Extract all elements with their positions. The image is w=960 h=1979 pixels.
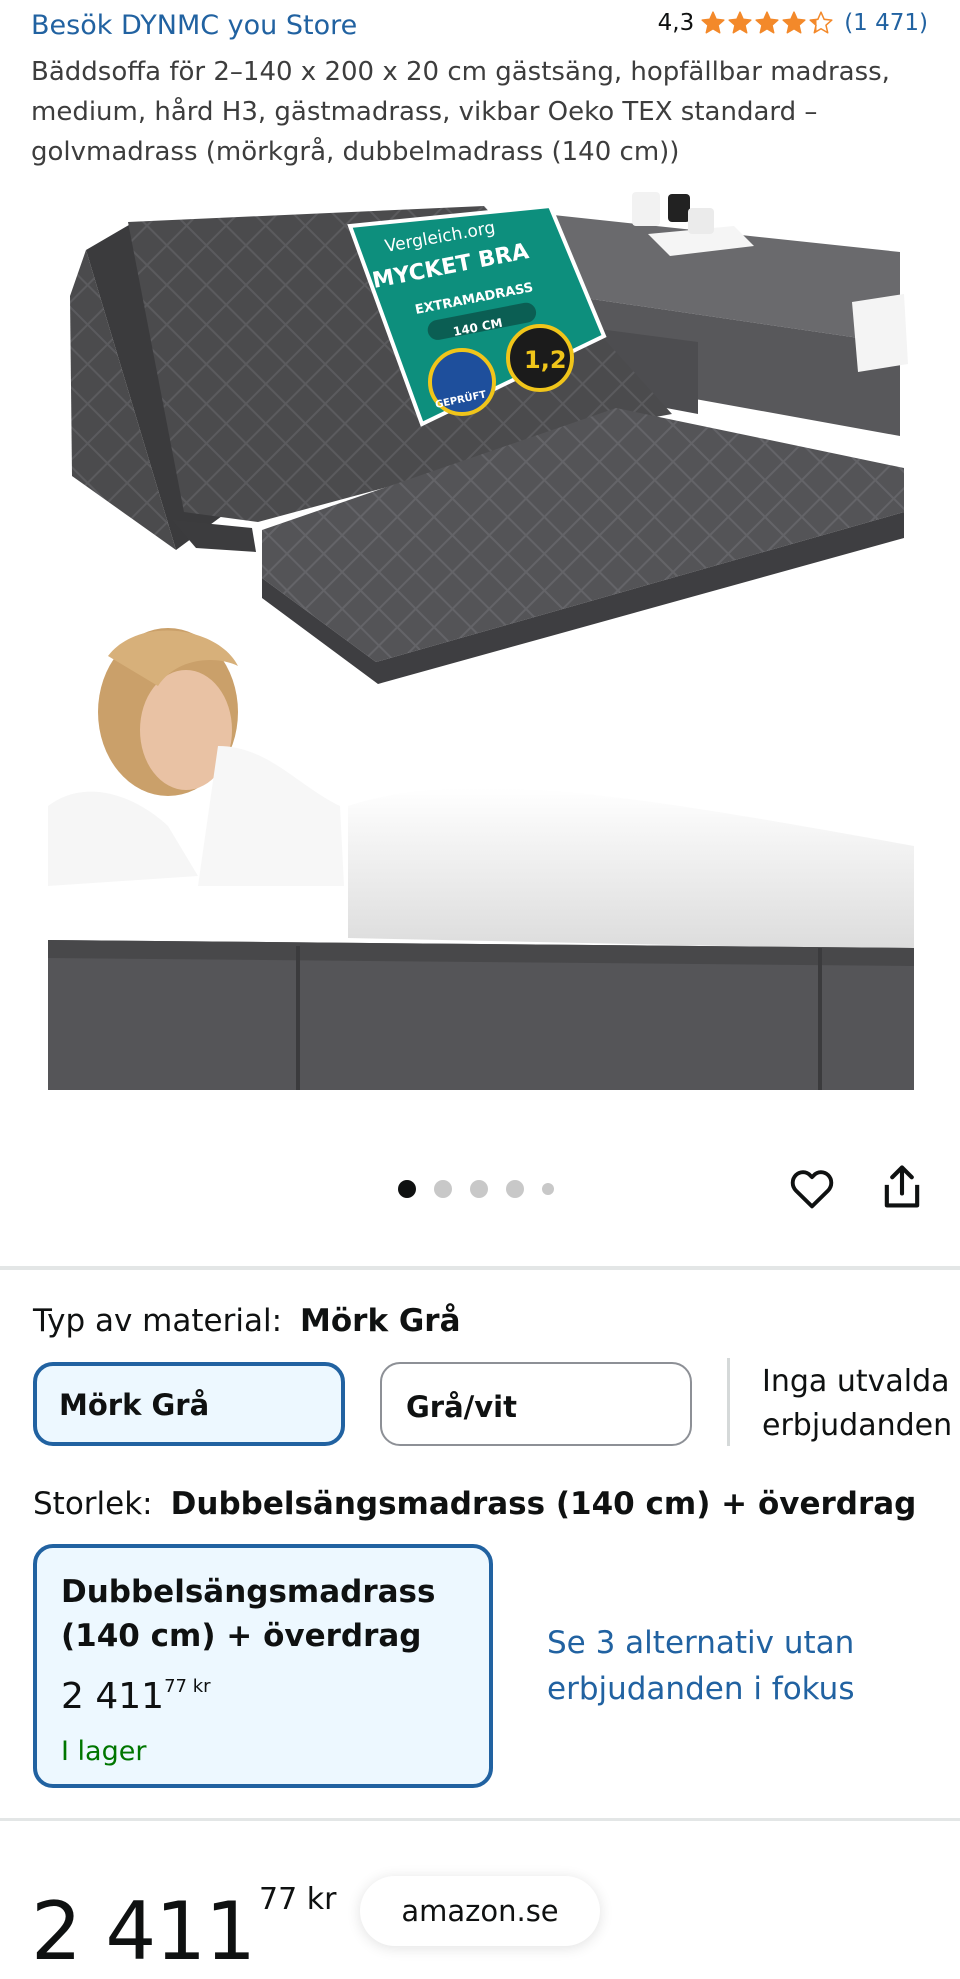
star-icon xyxy=(755,11,779,34)
buybox-price: 2 411 77 kr xyxy=(31,1850,336,1979)
material-option-mork-gra[interactable]: Mörk Grå xyxy=(33,1362,345,1446)
size-price-fraction: 77 xyxy=(164,1676,187,1697)
image-carousel-dots[interactable] xyxy=(398,1180,554,1198)
star-icon xyxy=(782,11,806,34)
heart-icon xyxy=(790,1170,834,1209)
woman-sleeping xyxy=(48,628,914,1090)
product-header: Besök DYNMC you Store 4,3 (1 471) Bäddso… xyxy=(0,0,960,170)
add-to-wishlist-button[interactable] xyxy=(786,1162,838,1214)
rating-stars xyxy=(700,10,834,36)
share-icon xyxy=(884,1165,920,1208)
site-address-pill[interactable]: amazon.se xyxy=(360,1876,600,1946)
product-title: Bäddsoffa för 2–140 x 200 x 20 cm gästsä… xyxy=(31,57,890,167)
material-option-label: Mörk Grå xyxy=(59,1388,210,1422)
see-alternatives-link[interactable]: Se 3 alternativ utan erbjudanden i fokus xyxy=(547,1620,927,1712)
badge-score: 1,2 xyxy=(524,346,567,374)
material-row: Typ av material: Mörk Grå xyxy=(33,1303,461,1339)
store-link[interactable]: Besök DYNMC you Store xyxy=(31,10,357,41)
size-price-currency: kr xyxy=(192,1676,211,1697)
mattress-illustration: Vergleich.org MYCKET BRA EXTRAMADRASS 14… xyxy=(48,192,914,1090)
rating-count-link[interactable]: (1 471) xyxy=(844,10,928,36)
option-separator xyxy=(727,1358,730,1446)
no-offers-label: Inga utvalda erbjudanden xyxy=(762,1364,953,1443)
price-fraction: 77 xyxy=(259,1882,298,1917)
size-price-whole: 2 411 xyxy=(61,1676,165,1717)
size-selected-value: Dubbelsängsmadrass (140 cm) + överdrag xyxy=(170,1486,917,1522)
price-whole: 2 411 xyxy=(31,1885,256,1978)
carousel-dot[interactable] xyxy=(542,1183,554,1195)
star-icon xyxy=(701,11,725,34)
material-option-gra-vit[interactable]: Grå/vit xyxy=(380,1362,692,1446)
section-divider xyxy=(0,1266,960,1270)
material-label: Typ av material: xyxy=(33,1303,283,1339)
carousel-dot[interactable] xyxy=(506,1180,524,1198)
rating-summary[interactable]: 4,3 (1 471) xyxy=(658,10,928,36)
size-option-price: 2 41177 kr xyxy=(61,1676,211,1717)
rating-value: 4,3 xyxy=(657,10,695,36)
stock-status: I lager xyxy=(61,1736,147,1767)
star-icon xyxy=(728,11,752,34)
share-button[interactable] xyxy=(876,1160,928,1214)
product-image[interactable]: Vergleich.org MYCKET BRA EXTRAMADRASS 14… xyxy=(48,186,914,1090)
size-option-card[interactable]: Dubbelsängsmadrass (140 cm) + överdrag 2… xyxy=(33,1544,493,1788)
carousel-dot[interactable] xyxy=(470,1180,488,1198)
material-option-label: Grå/vit xyxy=(406,1390,517,1424)
material-selected-value: Mörk Grå xyxy=(300,1303,461,1339)
section-divider xyxy=(0,1818,960,1821)
size-option-name: Dubbelsängsmadrass (140 cm) + överdrag xyxy=(61,1574,436,1654)
no-offers-text: Inga utvalda erbjudanden xyxy=(762,1360,960,1448)
carousel-dot[interactable] xyxy=(434,1180,452,1198)
star-icon xyxy=(809,11,833,34)
size-label: Storlek: xyxy=(33,1486,153,1522)
size-row: Storlek: Dubbelsängsmadrass (140 cm) + öv… xyxy=(33,1486,916,1522)
price-currency: kr xyxy=(306,1882,337,1917)
carousel-dot[interactable] xyxy=(398,1180,416,1198)
